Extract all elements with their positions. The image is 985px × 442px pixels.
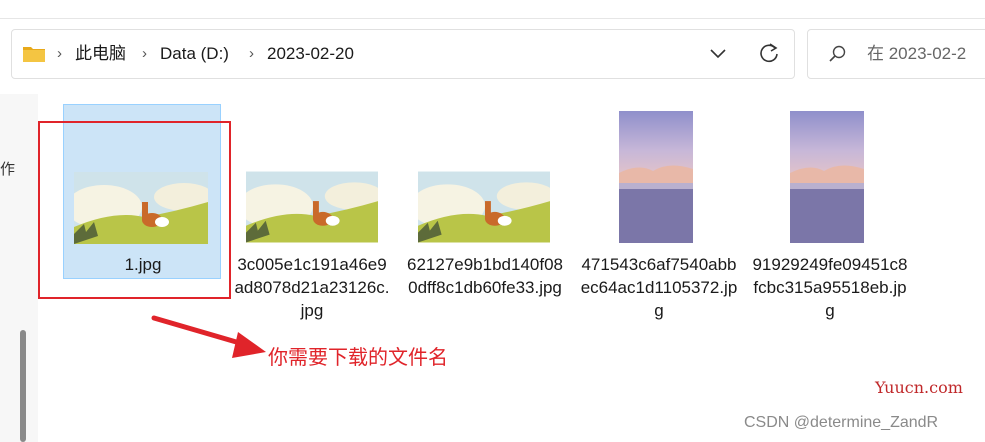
navigation-pane[interactable] [0, 94, 38, 442]
file-name: 471543c6af7540abbec64ac1d1105372.jpg [580, 255, 738, 320]
image-thumbnail [790, 111, 864, 243]
file-name: 91929249fe09451c8fcbc315a95518eb.jpg [752, 255, 908, 320]
search-icon [829, 45, 846, 62]
watermark-site: Yuucn.com [875, 378, 963, 397]
window-top-strip [0, 0, 985, 19]
address-bar[interactable] [11, 29, 795, 79]
annotation-text: 你需要下载的文件名 [268, 347, 448, 369]
image-thumbnail [619, 111, 693, 243]
file-name: 62127e9b1bd140f080dff8c1db60fe33.jpg [407, 255, 563, 297]
breadcrumb-this-pc[interactable]: 此电脑 [75, 44, 126, 64]
breadcrumb-separator: › [57, 45, 62, 62]
breadcrumb-separator: › [249, 45, 254, 62]
breadcrumb-separator: › [142, 45, 147, 62]
scrollbar-thumb[interactable] [20, 330, 26, 442]
image-thumbnail [418, 171, 550, 243]
chevron-down-icon[interactable] [707, 42, 729, 64]
folder-icon [23, 47, 45, 62]
breadcrumb-folder[interactable]: 2023-02-20 [267, 44, 354, 64]
image-thumbnail [246, 171, 378, 243]
navigation-pane-label: 作 [0, 161, 16, 178]
search-input[interactable]: 在 2023-02-2 [867, 44, 966, 64]
arrow-icon [151, 315, 266, 358]
highlight-box [38, 121, 231, 299]
refresh-icon[interactable] [758, 41, 780, 65]
watermark-author: CSDN @determine_ZandR [744, 414, 939, 431]
breadcrumb-drive[interactable]: Data (D:) [160, 44, 229, 64]
